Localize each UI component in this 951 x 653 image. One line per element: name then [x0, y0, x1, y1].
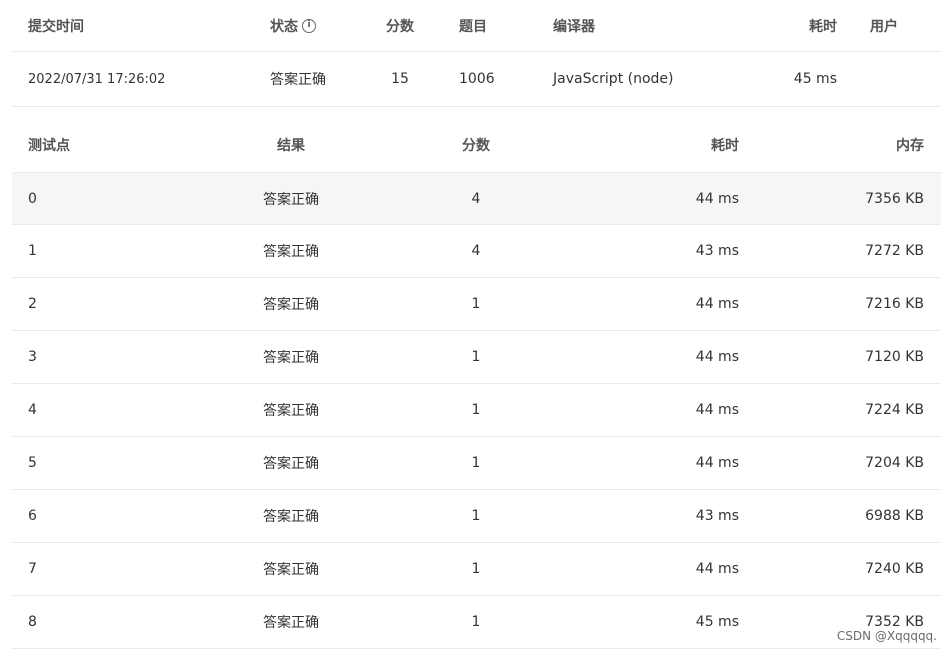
- submission-table-header: 提交时间 状态 i 分数 题目 编译器 耗时 用户: [12, 0, 941, 52]
- testcase-result: 答案正确: [263, 403, 319, 419]
- testcase-score: 1: [471, 561, 481, 577]
- header-score: 分数: [386, 18, 414, 35]
- testcase-id: 1: [28, 243, 37, 259]
- testcase-memory: 7204 KB: [865, 455, 924, 471]
- header-result: 结果: [277, 138, 305, 154]
- submission-score: 15: [391, 71, 409, 87]
- testcase-id: 6: [28, 508, 37, 524]
- testcase-memory: 6988 KB: [865, 508, 924, 524]
- header-testcase: 测试点: [28, 138, 70, 154]
- testcase-memory: 7216 KB: [865, 296, 924, 312]
- testcase-id: 2: [28, 296, 37, 312]
- testcase-result: 答案正确: [263, 350, 319, 366]
- table-row: 1 答案正确 4 43 ms 7272 KB: [12, 225, 941, 278]
- submission-row: 2022/07/31 17:26:02 答案正确 15 1006 JavaScr…: [12, 52, 941, 107]
- status-badge: 答案正确: [270, 72, 326, 88]
- testcase-score: 1: [471, 508, 481, 524]
- testcase-memory: 7356 KB: [865, 190, 924, 207]
- testcase-id: 8: [28, 614, 37, 630]
- table-row: 3 答案正确 1 44 ms 7120 KB: [12, 331, 941, 384]
- testcase-id: 5: [28, 455, 37, 471]
- testcase-table-header: 测试点 结果 分数 耗时 内存: [12, 118, 941, 172]
- table-row: 2 答案正确 1 44 ms 7216 KB: [12, 278, 941, 331]
- testcase-result: 答案正确: [263, 615, 319, 631]
- testcase-time: 44 ms: [695, 190, 739, 207]
- testcase-score: 4: [471, 190, 481, 207]
- submit-time: 2022/07/31 17:26:02: [28, 71, 166, 87]
- testcase-id: 4: [28, 402, 37, 418]
- testcase-time: 43 ms: [695, 508, 739, 524]
- table-row: 0 答案正确 4 44 ms 7356 KB: [12, 172, 941, 225]
- header-problem: 题目: [459, 18, 487, 35]
- testcase-id: 7: [28, 561, 37, 577]
- testcase-score: 1: [471, 349, 481, 365]
- header-testcase-score: 分数: [462, 138, 490, 154]
- compiler-name: JavaScript (node): [553, 71, 674, 87]
- testcase-list: 0 答案正确 4 44 ms 7356 KB 1 答案正确 4 43 ms 72…: [12, 172, 941, 649]
- header-submit-time: 提交时间: [28, 18, 84, 35]
- header-memory: 内存: [896, 138, 924, 154]
- testcase-score: 1: [471, 296, 481, 312]
- testcase-time: 43 ms: [695, 243, 739, 259]
- testcase-score: 1: [471, 614, 481, 630]
- testcase-score: 4: [471, 243, 481, 259]
- problem-link[interactable]: 1006: [459, 52, 495, 106]
- header-user: 用户: [870, 18, 898, 35]
- testcase-time: 44 ms: [695, 349, 739, 365]
- testcase-memory: 7120 KB: [865, 349, 924, 365]
- testcase-memory: 7224 KB: [865, 402, 924, 418]
- testcase-result: 答案正确: [263, 562, 319, 578]
- testcase-result: 答案正确: [263, 191, 319, 208]
- table-row: 5 答案正确 1 44 ms 7204 KB: [12, 437, 941, 490]
- header-status-label: 状态: [270, 18, 298, 35]
- testcase-score: 1: [471, 402, 481, 418]
- header-time-cost: 耗时: [809, 18, 837, 35]
- testcase-id: 0: [28, 190, 37, 207]
- info-circle-icon[interactable]: i: [302, 18, 316, 33]
- testcase-memory: 7272 KB: [865, 243, 924, 259]
- testcase-result: 答案正确: [263, 244, 319, 260]
- watermark: CSDN @Xqqqqq.: [836, 629, 937, 643]
- testcase-result: 答案正确: [263, 509, 319, 525]
- table-row: 6 答案正确 1 43 ms 6988 KB: [12, 490, 941, 543]
- table-row: 8 答案正确 1 45 ms 7352 KB: [12, 596, 941, 649]
- header-status: 状态 i: [270, 0, 316, 51]
- header-compiler: 编译器: [553, 18, 595, 35]
- testcase-time: 44 ms: [695, 455, 739, 471]
- table-row: 4 答案正确 1 44 ms 7224 KB: [12, 384, 941, 437]
- testcase-time: 44 ms: [695, 296, 739, 312]
- testcase-id: 3: [28, 349, 37, 365]
- header-testcase-time: 耗时: [711, 138, 739, 154]
- testcase-memory: 7240 KB: [865, 561, 924, 577]
- testcase-time: 45 ms: [695, 614, 739, 630]
- table-row: 7 答案正确 1 44 ms 7240 KB: [12, 543, 941, 596]
- testcase-time: 44 ms: [695, 561, 739, 577]
- submission-time-cost: 45 ms: [793, 71, 837, 87]
- testcase-result: 答案正确: [263, 456, 319, 472]
- testcase-score: 1: [471, 455, 481, 471]
- submission-detail-page: 提交时间 状态 i 分数 题目 编译器 耗时 用户 2022/07/31 17:…: [0, 0, 951, 653]
- testcase-result: 答案正确: [263, 297, 319, 313]
- testcase-time: 44 ms: [695, 402, 739, 418]
